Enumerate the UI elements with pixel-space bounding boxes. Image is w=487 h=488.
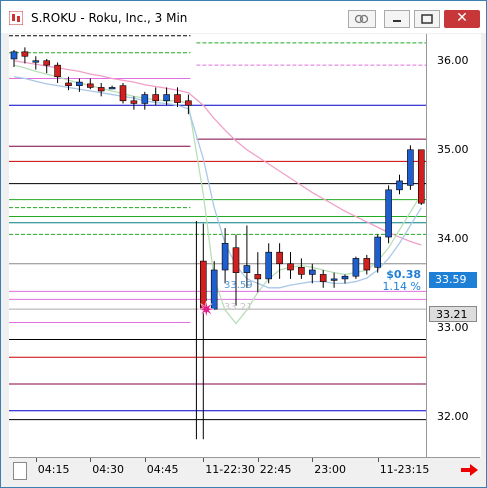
x-tick-mark (90, 458, 92, 462)
candle-body (163, 94, 170, 102)
candle-body (396, 180, 403, 191)
minimize-icon (393, 20, 401, 22)
candle-body (254, 274, 262, 280)
candle-body (265, 251, 273, 280)
price-axis[interactable]: 33.59 33.21 36.00 35.00 34.00 33.00 32.00 (426, 34, 481, 457)
level-label-a: 33.59 (224, 280, 253, 291)
minimize-button[interactable] (384, 10, 410, 28)
x-tick-label: 11-22:30 (205, 463, 255, 476)
candle-body (319, 274, 327, 282)
level-label-b: 33.21 (224, 302, 253, 313)
candle-body (54, 64, 61, 78)
close-button[interactable]: ✕ (444, 10, 480, 28)
x-tick-mark (144, 458, 146, 462)
candle-body (87, 83, 94, 88)
scroll-handle[interactable] (13, 462, 27, 480)
price-chart (9, 35, 426, 440)
x-tick-mark (35, 458, 37, 462)
candle-body (10, 51, 18, 60)
candle-body (130, 100, 138, 104)
scroll-right-arrow-icon[interactable] (459, 462, 481, 478)
x-tick-mark (377, 458, 379, 462)
candle-body (174, 94, 181, 103)
candle-body (287, 263, 294, 271)
time-axis[interactable]: 04:15 04:30 04:45 11-22:30 22:45 23:00 11-23:1… (9, 457, 480, 482)
chart-window: S.ROKU - Roku, Inc., 3 Min ✕ $0.38 1.14 … (0, 0, 487, 488)
candle-body (210, 269, 218, 310)
candle-body (200, 260, 207, 310)
x-tick-label: 22:45 (259, 463, 292, 476)
candle-body (97, 87, 105, 92)
candle-body (298, 267, 305, 275)
title-bar[interactable]: S.ROKU - Roku, Inc., 3 Min ✕ (1, 1, 486, 33)
candle-body (232, 247, 240, 273)
x-tick-label: 04:45 (146, 463, 179, 476)
candle-body (32, 60, 40, 63)
candle-body (407, 149, 414, 186)
candle-body (243, 265, 251, 273)
candle-body (276, 251, 283, 265)
link-button[interactable] (348, 10, 376, 28)
x-tick-label: 04:30 (92, 463, 124, 476)
candle-body (385, 189, 392, 238)
reference-price-box: 33.21 (429, 306, 477, 322)
y-tick-label: 32.00 (437, 409, 469, 423)
candle-body (330, 278, 338, 281)
moving-average-blue (13, 76, 422, 289)
candle-body (152, 94, 159, 102)
candle-body (108, 87, 116, 90)
candle-body (374, 236, 382, 268)
candle-body (308, 269, 316, 275)
last-price-box: 33.59 (429, 272, 477, 288)
maximize-button[interactable] (414, 10, 440, 28)
link-icon (354, 14, 369, 24)
x-tick-label: 23:00 (314, 463, 346, 476)
y-tick-label: 34.00 (437, 231, 469, 245)
candle-body (141, 94, 149, 104)
x-tick-mark (312, 458, 314, 462)
candle-body (76, 81, 83, 86)
y-tick-label: 36.00 (437, 53, 469, 67)
candle-body (65, 82, 72, 86)
candle-body (185, 100, 192, 106)
price-change-percent: 1.14 % (382, 280, 421, 293)
candle-body (21, 51, 29, 57)
alert-star-icon (198, 301, 215, 318)
chart-plot-area[interactable]: $0.38 1.14 % 33.59 33.21 (9, 34, 426, 457)
app-chart-icon (9, 11, 23, 25)
x-tick-mark (257, 458, 259, 462)
x-tick-mark (203, 458, 205, 462)
candle-body (43, 60, 51, 66)
window-title: S.ROKU - Roku, Inc., 3 Min (31, 11, 188, 25)
y-tick-label: 35.00 (437, 142, 469, 156)
candle-body (221, 242, 229, 271)
x-tick-label: 11-23:15 (379, 463, 430, 476)
y-tick-label: 33.00 (437, 320, 469, 334)
candle-body (119, 85, 127, 102)
x-tick-label: 04:15 (37, 463, 70, 476)
maximize-icon (421, 14, 433, 24)
candle-body (417, 149, 425, 204)
